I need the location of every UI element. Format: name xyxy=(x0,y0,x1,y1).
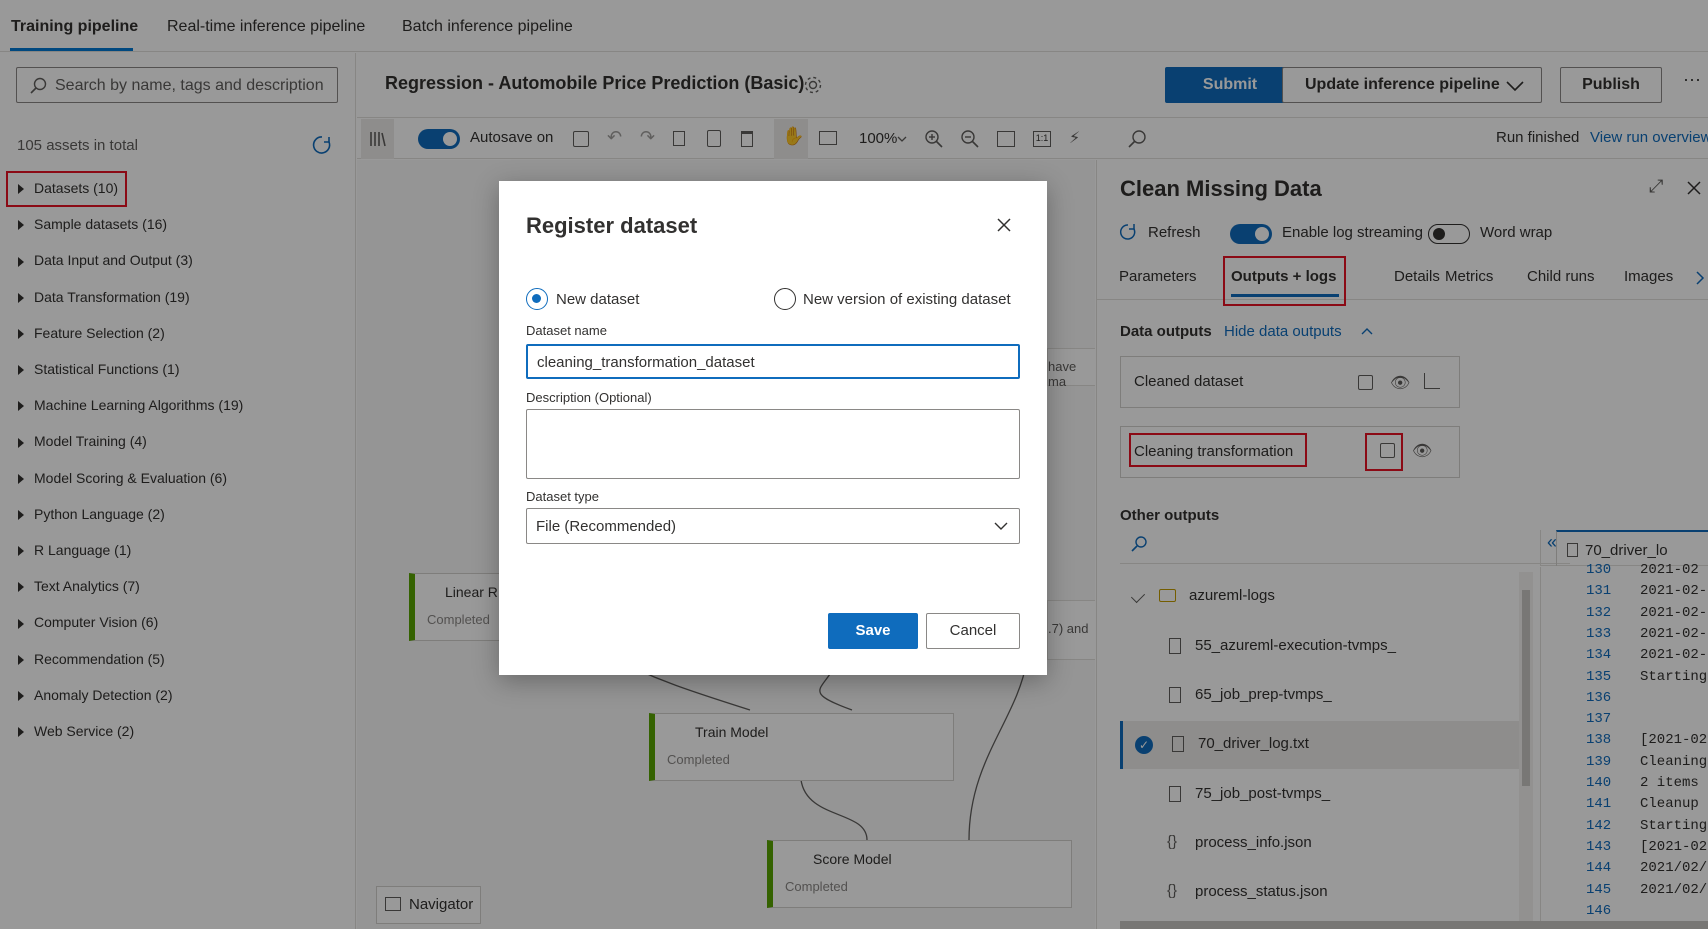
dataset-name-label: Dataset name xyxy=(526,323,607,338)
dataset-type-value: File (Recommended) xyxy=(536,518,677,535)
dialog-title: Register dataset xyxy=(526,213,698,238)
radio-dot xyxy=(532,294,541,303)
radio-new-version-label: New version of existing dataset xyxy=(803,291,1011,308)
dataset-name-value: cleaning_transformation_dataset xyxy=(537,354,755,371)
dataset-name-input[interactable]: cleaning_transformation_dataset xyxy=(526,344,1020,379)
dataset-type-dropdown[interactable]: File (Recommended) xyxy=(526,508,1020,544)
radio-new-dataset[interactable] xyxy=(526,288,548,310)
description-label: Description (Optional) xyxy=(526,390,652,405)
cancel-button[interactable]: Cancel xyxy=(926,613,1020,649)
chevron-down-icon xyxy=(994,522,1008,530)
save-button[interactable]: Save xyxy=(828,613,918,649)
close-icon[interactable] xyxy=(996,217,1012,233)
register-dataset-dialog: Register dataset New dataset New version… xyxy=(499,181,1047,675)
radio-new-dataset-label: New dataset xyxy=(556,291,640,308)
description-textarea[interactable] xyxy=(526,409,1020,479)
dataset-type-label: Dataset type xyxy=(526,489,599,504)
radio-new-version[interactable] xyxy=(774,288,796,310)
